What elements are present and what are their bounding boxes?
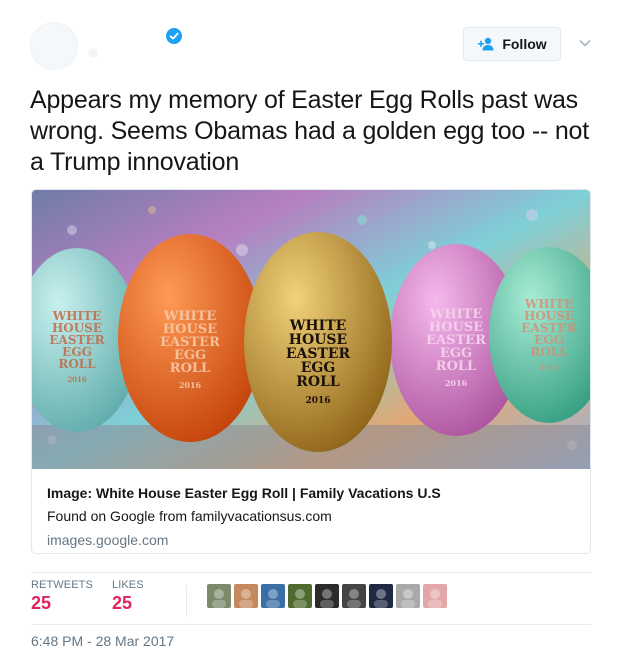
svg-text:2016: 2016	[305, 396, 330, 406]
liker-avatar-2[interactable]	[234, 584, 258, 608]
svg-text:ROLL: ROLL	[530, 345, 568, 359]
svg-text:ROLL: ROLL	[58, 357, 96, 371]
tweet-header: Follow	[30, 22, 600, 70]
svg-text:2016: 2016	[445, 378, 468, 388]
liker-avatar-4[interactable]	[288, 584, 312, 608]
author-avatar[interactable]	[30, 22, 78, 70]
follow-button[interactable]: Follow	[463, 27, 561, 61]
svg-text:ROLL: ROLL	[170, 361, 210, 376]
retweets-stat[interactable]: RETWEETS 25	[31, 579, 93, 614]
svg-text:2016: 2016	[67, 375, 87, 384]
chevron-down-icon[interactable]	[577, 35, 593, 51]
easter-eggs-image: WHITEHOUSEEASTEREGGROLL 2016 WHITEHOUSEE…	[32, 190, 590, 469]
svg-text:2016: 2016	[179, 380, 202, 390]
tweet-timestamp[interactable]: 6:48 PM - 28 Mar 2017	[31, 633, 174, 649]
card-body: Image: White House Easter Egg Roll | Fam…	[47, 483, 577, 550]
divider	[31, 624, 591, 625]
stats-separator	[186, 585, 187, 617]
retweets-count: 25	[31, 593, 52, 613]
likers-avatars	[207, 584, 447, 608]
card-title[interactable]: Image: White House Easter Egg Roll | Fam…	[47, 483, 577, 503]
liker-avatar-8[interactable]	[396, 584, 420, 608]
liker-avatar-3[interactable]	[261, 584, 285, 608]
likes-count: 25	[112, 593, 133, 613]
likes-stat[interactable]: LIKES 25	[112, 579, 144, 614]
liker-avatar-7[interactable]	[369, 584, 393, 608]
liker-avatar-1[interactable]	[207, 584, 231, 608]
divider	[31, 572, 591, 573]
add-user-icon	[478, 37, 494, 51]
svg-text:ROLL: ROLL	[296, 374, 340, 390]
tweet-text: Appears my memory of Easter Egg Rolls pa…	[30, 86, 589, 176]
author-name-placeholder[interactable]	[88, 48, 98, 58]
retweets-label: RETWEETS	[31, 579, 93, 591]
liker-avatar-5[interactable]	[315, 584, 339, 608]
card-description: Found on Google from familyvacationsus.c…	[47, 508, 332, 524]
verified-badge-icon	[166, 28, 182, 44]
liker-avatar-9[interactable]	[423, 584, 447, 608]
svg-text:ROLL: ROLL	[436, 359, 476, 374]
likes-label: LIKES	[112, 579, 144, 591]
svg-text:2016: 2016	[539, 363, 559, 372]
liker-avatar-6[interactable]	[342, 584, 366, 608]
card-domain[interactable]: images.google.com	[47, 530, 577, 550]
follow-label: Follow	[502, 36, 547, 52]
link-card[interactable]: WHITE HOUSE EASTER EGG ROLL 2016 WHITE HOUSE E…	[31, 189, 591, 554]
tweet-stats: RETWEETS 25 LIKES 25	[31, 579, 591, 629]
